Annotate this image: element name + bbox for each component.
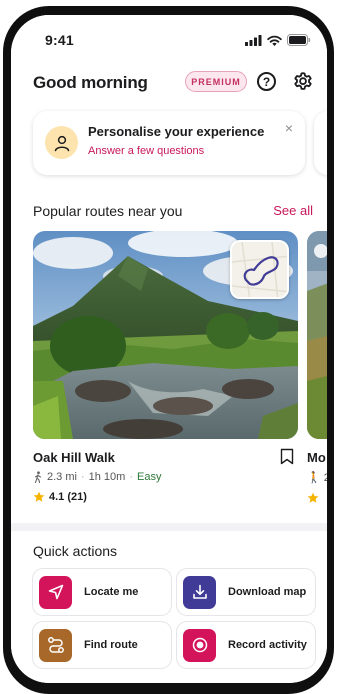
rating-value: 4.1 (21) bbox=[49, 491, 87, 503]
route-difficulty: Easy bbox=[137, 471, 162, 483]
download-icon bbox=[183, 575, 216, 609]
greeting-title: Good morning bbox=[33, 73, 148, 92]
premium-badge[interactable]: PREMIUM bbox=[185, 71, 247, 92]
route-name: Mo bbox=[307, 450, 326, 465]
close-icon[interactable]: × bbox=[285, 120, 293, 136]
section-title: Popular routes near you bbox=[33, 203, 183, 219]
hiker-icon: 🚶 bbox=[307, 472, 321, 484]
banner-strip: Personalise your experience Answer a few… bbox=[11, 111, 327, 191]
question-circle-icon: ? bbox=[262, 74, 271, 89]
route-icon bbox=[39, 628, 72, 662]
app-screen: 9:41 Good morning PREMIUM ? Personalise … bbox=[11, 15, 327, 683]
route-name: Oak Hill Walk bbox=[33, 450, 115, 465]
bookmark-icon[interactable] bbox=[280, 448, 294, 465]
download-map-button[interactable]: Download map bbox=[177, 569, 315, 615]
see-all-link[interactable]: See all bbox=[273, 203, 313, 218]
battery-icon bbox=[287, 34, 311, 46]
signal-icon bbox=[245, 34, 262, 46]
status-time: 9:41 bbox=[45, 32, 74, 48]
app-header: Good morning PREMIUM ? bbox=[11, 65, 327, 111]
record-icon bbox=[183, 628, 216, 662]
route-card-peek[interactable]: Mo 🚶 2 bbox=[307, 231, 327, 531]
quick-action-label: Find route bbox=[84, 639, 138, 651]
gear-icon[interactable] bbox=[292, 70, 314, 92]
next-banner-peek[interactable] bbox=[314, 111, 327, 175]
hiker-icon bbox=[34, 471, 42, 483]
status-icons bbox=[245, 34, 311, 46]
help-button[interactable]: ? bbox=[257, 72, 276, 91]
personalise-banner[interactable]: Personalise your experience Answer a few… bbox=[33, 111, 305, 175]
meta-separator: · bbox=[80, 471, 85, 483]
user-icon bbox=[45, 126, 78, 159]
route-distance: 2 bbox=[323, 472, 327, 484]
quick-action-label: Locate me bbox=[84, 586, 139, 598]
banner-link[interactable]: Answer a few questions bbox=[88, 145, 204, 157]
route-rating bbox=[307, 491, 319, 509]
route-meta: 2.3 mi · 1h 10m · Easy bbox=[33, 471, 161, 483]
banner-title: Personalise your experience bbox=[88, 124, 265, 139]
quick-actions-section: Quick actions Locate me Download map Fin… bbox=[11, 531, 327, 683]
popular-routes-section: Popular routes near you See all Oak Hill… bbox=[11, 191, 327, 523]
status-bar: 9:41 bbox=[11, 15, 327, 65]
find-route-button[interactable]: Find route bbox=[33, 622, 171, 668]
locate-me-button[interactable]: Locate me bbox=[33, 569, 171, 615]
quick-action-label: Download map bbox=[228, 586, 307, 598]
star-icon bbox=[307, 492, 319, 503]
device: 9:41 Good morning PREMIUM ? Personalise … bbox=[0, 0, 337, 694]
quick-action-label: Record activity bbox=[228, 639, 307, 651]
record-activity-button[interactable]: Record activity bbox=[177, 622, 315, 668]
route-distance: 2.3 mi bbox=[47, 471, 77, 483]
wifi-icon bbox=[267, 35, 282, 46]
section-title: Quick actions bbox=[33, 543, 118, 559]
route-photo bbox=[307, 231, 327, 439]
route-map-thumbnail bbox=[230, 240, 289, 299]
meta-separator: · bbox=[129, 471, 134, 483]
navigation-arrow-icon bbox=[39, 575, 72, 609]
route-duration: 1h 10m bbox=[88, 471, 126, 483]
route-meta: 🚶 2 bbox=[307, 471, 327, 484]
route-photo bbox=[33, 231, 298, 439]
star-icon bbox=[33, 491, 45, 502]
route-rating: 4.1 (21) bbox=[33, 491, 87, 503]
